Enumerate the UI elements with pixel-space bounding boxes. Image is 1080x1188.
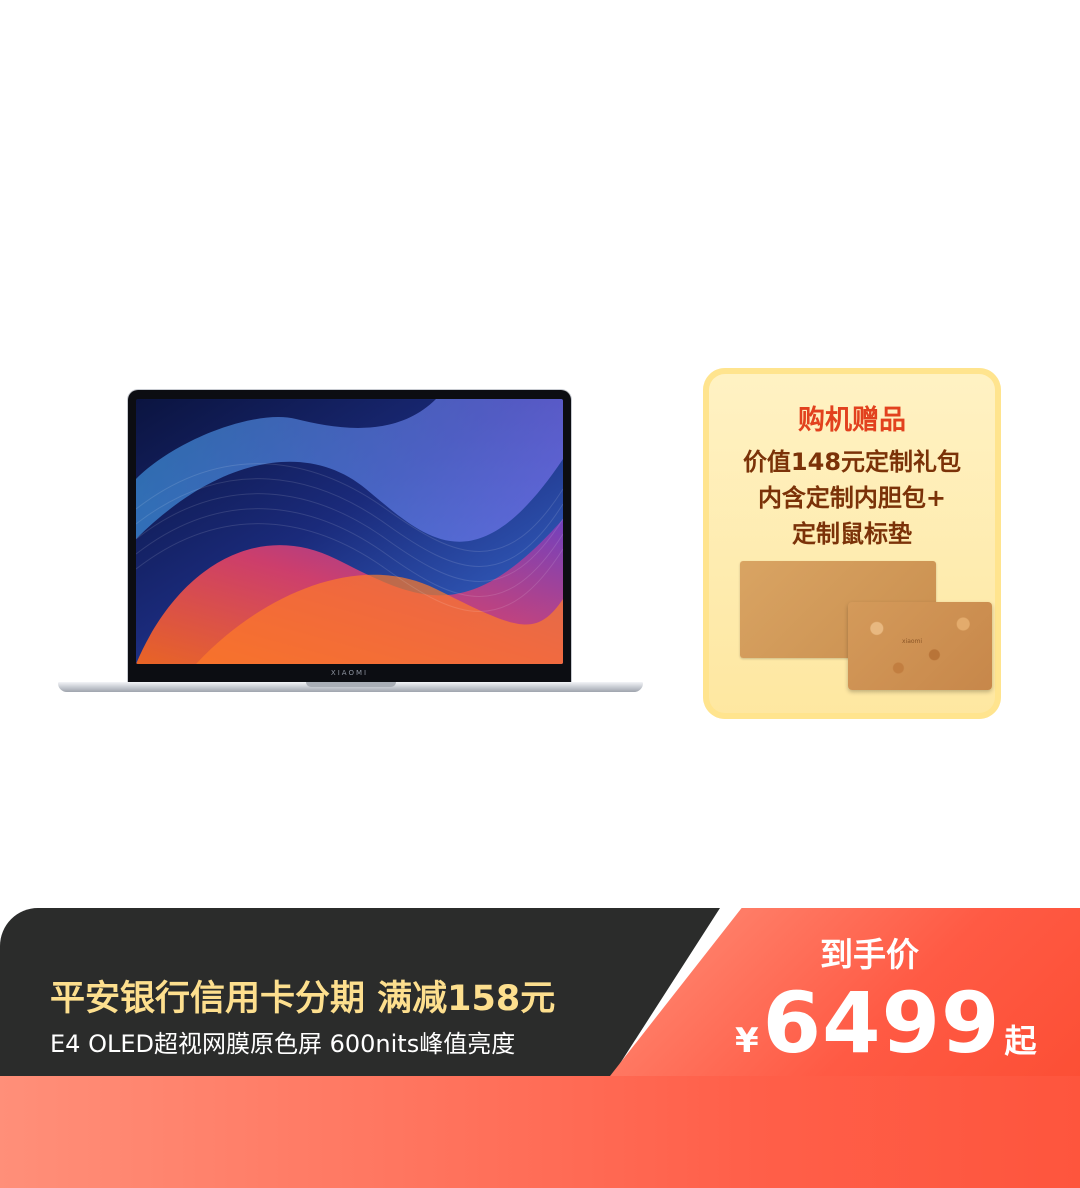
bottom-orange-bar xyxy=(0,1076,1080,1188)
gift-content-line: 内含定制内胆包+ xyxy=(757,484,947,512)
laptop-image: XIAOMI xyxy=(58,390,643,700)
promo-title: 平安银行信用卡分期 满减158元 xyxy=(50,979,556,1019)
promo-subtitle: E4 OLED超视网膜原色屏 600nits峰值亮度 xyxy=(50,1030,516,1058)
gift-content-line-2: 定制鼠标垫 xyxy=(792,520,912,548)
price-amount: 6499 xyxy=(762,974,1001,1072)
price-display: ¥ 6499 起 xyxy=(735,978,1036,1068)
laptop-screen xyxy=(136,399,563,664)
sleeve-logo: xiaomi xyxy=(902,638,923,645)
laptop-sleeve-image: xiaomi xyxy=(848,602,992,690)
price-suffix: 起 xyxy=(1004,1022,1037,1060)
gift-value-line: 价值148元定制礼包 xyxy=(742,448,962,476)
gift-card: 购机赠品 价值148元定制礼包 内含定制内胆包+ 定制鼠标垫 xiaomi xyxy=(703,368,1001,719)
currency-symbol: ¥ xyxy=(735,1021,759,1061)
laptop-lid: XIAOMI xyxy=(128,390,571,684)
price-label: 到手价 xyxy=(820,935,919,974)
laptop-brand-logo: XIAOMI xyxy=(330,669,369,677)
gift-title: 购机赠品 xyxy=(798,405,906,436)
wallpaper-graphic xyxy=(136,399,563,664)
laptop-hinge-notch xyxy=(306,682,396,687)
